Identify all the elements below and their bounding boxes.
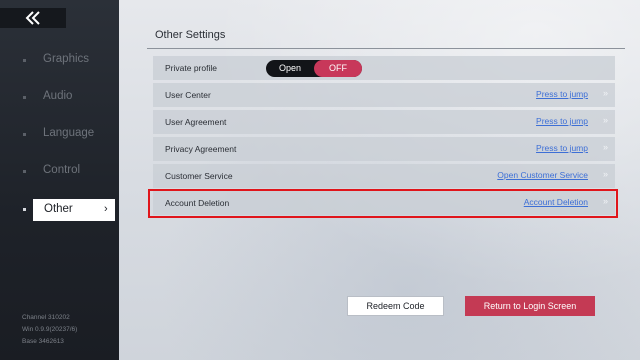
version-channel: Channel 310202 <box>22 314 70 321</box>
double-chevron-right-icon: » <box>602 169 608 179</box>
row-privacy-agreement: Privacy Agreement Press to jump » <box>153 137 615 161</box>
row-label: Private profile <box>165 63 217 73</box>
private-profile-toggle[interactable]: Open OFF <box>266 60 362 77</box>
nav-item-label: Audio <box>43 90 73 102</box>
bullet-icon <box>23 133 26 136</box>
toggle-option-off[interactable]: OFF <box>314 60 362 77</box>
row-label: Customer Service <box>165 171 233 181</box>
return-to-login-button[interactable]: Return to Login Screen <box>465 296 595 316</box>
nav-item-label: Graphics <box>43 53 90 65</box>
version-base: Base 3462613 <box>22 338 64 345</box>
settings-panel: Other Settings Private profile Open OFF … <box>119 0 640 360</box>
row-private-profile: Private profile Open OFF <box>153 56 615 80</box>
row-label: User Center <box>165 90 211 100</box>
bullet-icon <box>23 59 26 62</box>
row-user-center: User Center Press to jump » <box>153 83 615 107</box>
nav-item-language[interactable]: Language <box>0 124 119 146</box>
row-user-agreement: User Agreement Press to jump » <box>153 110 615 134</box>
user-center-link[interactable]: Press to jump <box>536 89 588 99</box>
double-chevron-right-icon: » <box>602 88 608 98</box>
section-divider <box>147 48 625 49</box>
customer-service-link[interactable]: Open Customer Service <box>497 170 588 180</box>
highlight-box <box>148 189 618 218</box>
double-chevron-right-icon: » <box>602 142 608 152</box>
chevron-right-icon: › <box>104 203 108 215</box>
user-agreement-link[interactable]: Press to jump <box>536 116 588 126</box>
nav-item-audio[interactable]: Audio <box>0 87 119 109</box>
nav-item-label: Other <box>44 203 73 215</box>
back-button[interactable] <box>0 8 66 28</box>
bullet-icon <box>23 96 26 99</box>
privacy-agreement-link[interactable]: Press to jump <box>536 143 588 153</box>
version-win: Win 0.9.9(20237/6) <box>22 326 78 333</box>
double-chevron-left-icon <box>25 11 40 25</box>
sidebar: Graphics Audio Language Control Other › … <box>0 0 119 360</box>
redeem-code-button[interactable]: Redeem Code <box>347 296 444 316</box>
toggle-option-open[interactable]: Open <box>266 60 314 77</box>
section-title: Other Settings <box>155 29 226 41</box>
bullet-icon <box>23 208 26 211</box>
nav-item-label: Control <box>43 164 81 176</box>
double-chevron-right-icon: » <box>602 115 608 125</box>
row-label: Privacy Agreement <box>165 144 237 154</box>
version-info: Channel 310202 Win 0.9.9(20237/6) Base 3… <box>22 312 77 348</box>
row-customer-service: Customer Service Open Customer Service » <box>153 164 615 188</box>
nav-item-graphics[interactable]: Graphics <box>0 50 119 72</box>
nav-item-label: Language <box>43 127 95 139</box>
row-label: User Agreement <box>165 117 227 127</box>
nav-item-other[interactable]: Other › <box>0 199 119 221</box>
bullet-icon <box>23 170 26 173</box>
nav-item-control[interactable]: Control <box>0 161 119 183</box>
